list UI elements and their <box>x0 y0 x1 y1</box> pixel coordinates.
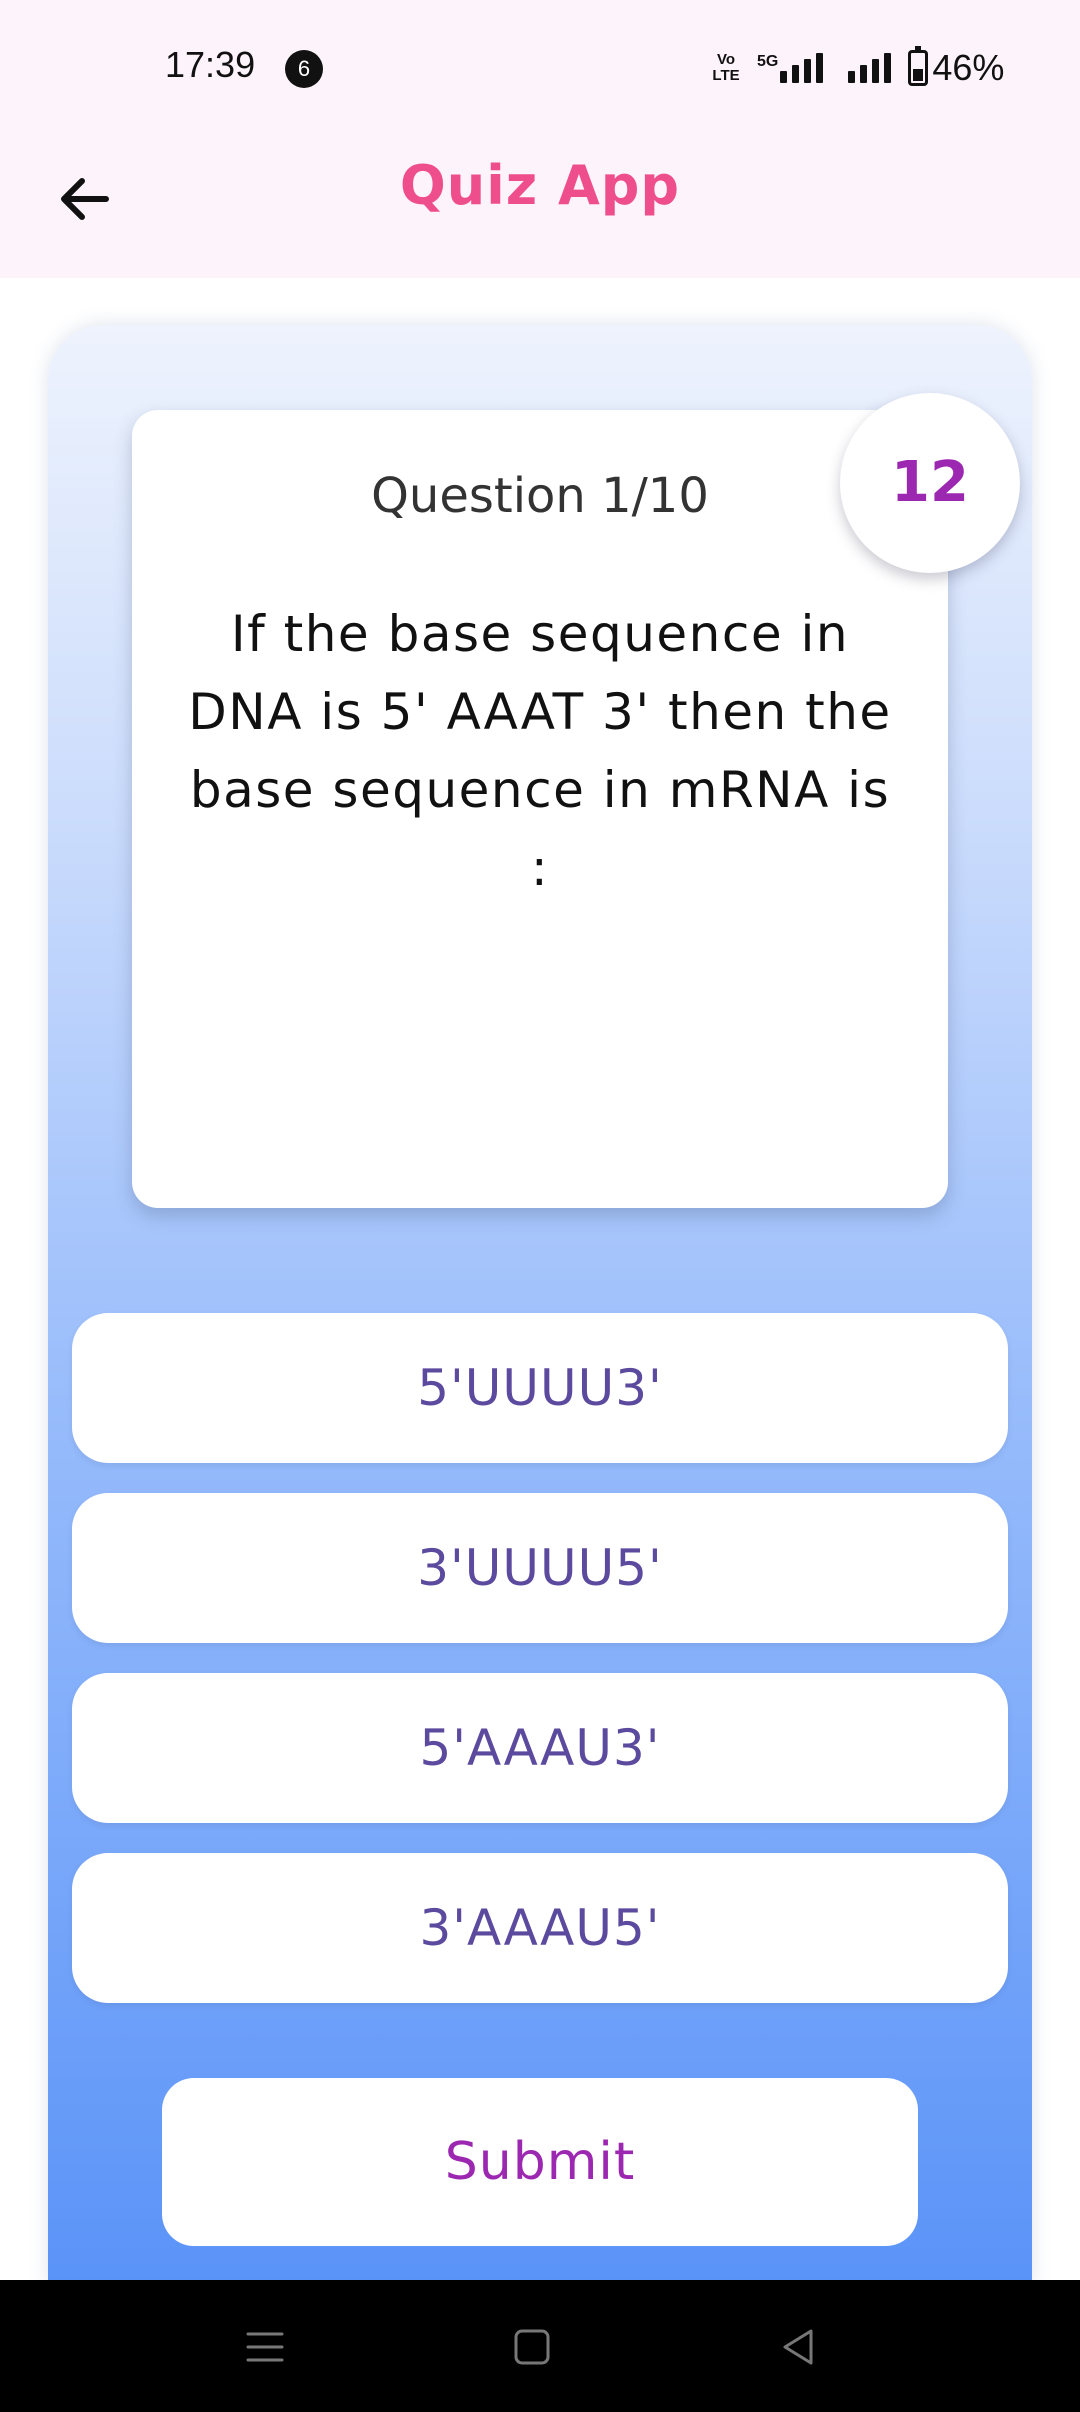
navigation-bar <box>0 2280 1080 2412</box>
app-title: Quiz App <box>399 154 681 217</box>
network-type-label: 5G <box>757 53 779 70</box>
submit-button[interactable]: Submit <box>162 2078 918 2246</box>
status-icons: Vo LTE 5G 46% <box>705 44 1004 92</box>
option-button-4[interactable]: 3'AAAU5' <box>72 1853 1008 2003</box>
status-bar: 17:39 6 Vo LTE 5G 46% <box>0 0 1080 140</box>
timer-badge: 12 <box>840 393 1020 573</box>
volte-icon: Vo LTE <box>712 51 740 84</box>
signal-5g-icon: 5G <box>757 53 828 83</box>
question-text: If the base sequence in DNA is 5' AAAT 3… <box>188 605 892 897</box>
notification-badge: 6 <box>285 50 323 88</box>
battery-icon <box>908 46 929 86</box>
menu-icon[interactable] <box>240 2322 290 2372</box>
question-counter: Question 1/10 <box>371 468 709 524</box>
battery-percent: 46% <box>932 47 1005 88</box>
home-square-icon[interactable] <box>507 2322 557 2372</box>
option-button-3[interactable]: 5'AAAU3' <box>72 1673 1008 1823</box>
status-time: 17:39 <box>165 44 256 85</box>
question-card: Question 1/10 If the base sequence in DN… <box>132 410 948 1208</box>
option-button-2[interactable]: 3'UUUU5' <box>72 1493 1008 1643</box>
option-button-1[interactable]: 5'UUUU3' <box>72 1313 1008 1463</box>
app-bar: Quiz App <box>0 140 1080 278</box>
signal-icon <box>848 53 896 83</box>
back-triangle-icon[interactable] <box>773 2322 823 2372</box>
